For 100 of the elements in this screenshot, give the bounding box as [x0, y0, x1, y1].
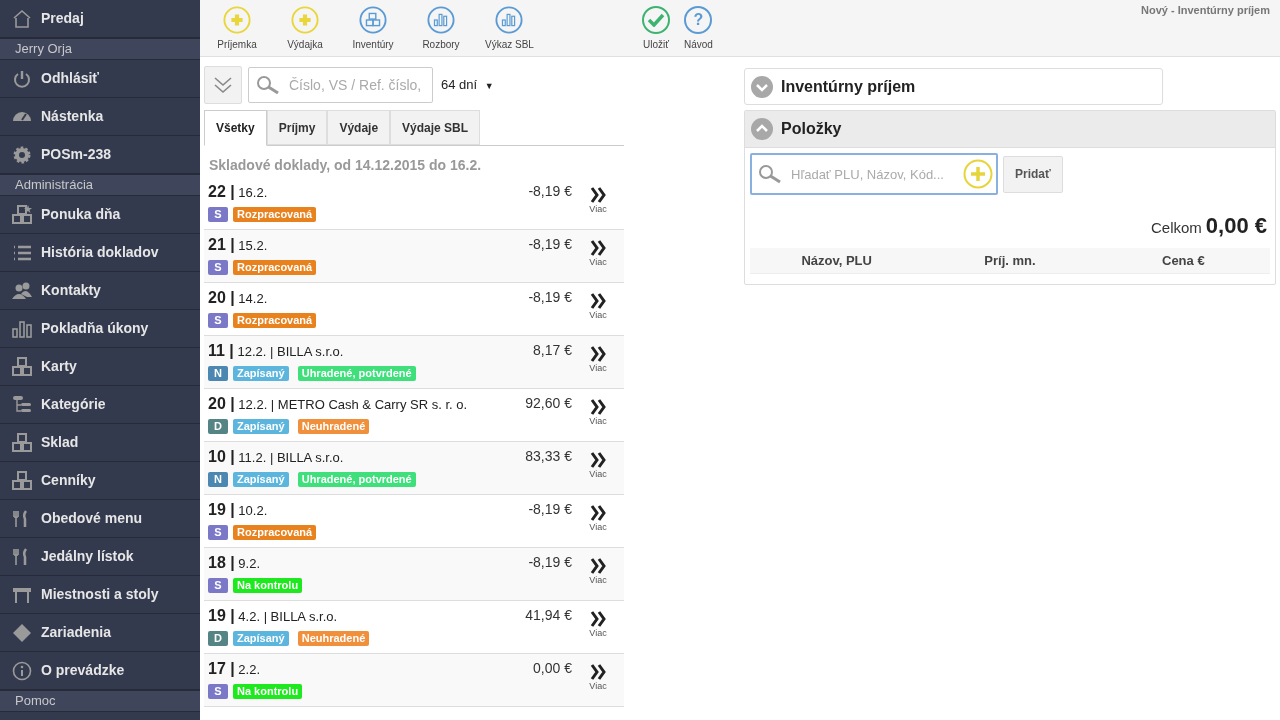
sidebar-item[interactable]: Jedálny lístok [0, 538, 200, 576]
more-button[interactable]: Viac [576, 601, 620, 653]
total-label: Celkom [1150, 218, 1202, 238]
toolbar-button[interactable]: Výdajka [276, 6, 334, 52]
toolbar-button[interactable]: Výkaz SBL [480, 6, 539, 52]
type-tag: D [208, 631, 228, 646]
section-header: Jerry Orja [0, 38, 200, 60]
type-tag: D [208, 419, 228, 434]
document-heading: 17 | 2.2. [208, 659, 260, 679]
search-icon [256, 75, 280, 95]
amount: 92,60 € [524, 394, 573, 413]
double-chevron-icon [590, 187, 606, 203]
type-tag: S [208, 525, 228, 540]
check-icon [642, 6, 670, 34]
status-tag: Zapísaný [233, 366, 289, 381]
period-select[interactable]: 64 dní ▼ [441, 75, 494, 95]
status-tag: Na kontrolu [233, 684, 303, 699]
gauge-icon [12, 111, 32, 122]
sidebar-item[interactable]: Sklad [0, 424, 200, 462]
house-icon [12, 8, 32, 29]
status-tag: Uhradené, potvrdené [297, 366, 416, 381]
info-icon [12, 660, 32, 681]
item-search-field[interactable]: Hľadať PLU, Názov, Kód... [750, 153, 998, 195]
diamond-icon [12, 622, 32, 643]
section-header: Pomoc [0, 690, 200, 712]
section-title[interactable]: Položky [781, 117, 842, 141]
expand-icon[interactable] [751, 75, 773, 98]
sidebar-item[interactable]: Cenníky [0, 462, 200, 500]
toolbar-button[interactable]: Príjemka [208, 6, 266, 52]
power-icon [12, 68, 32, 89]
toolbar-button[interactable]: Rozbory [412, 6, 470, 52]
status-tag: Zapísaný [233, 419, 289, 434]
status-tag: Zapísaný [233, 472, 289, 487]
tab[interactable]: Výdaje [327, 110, 391, 145]
section-header: Administrácia [0, 174, 200, 196]
more-button[interactable]: Viac [576, 495, 620, 547]
bar-chart-icon [12, 318, 32, 339]
double-chevron-icon [590, 346, 606, 362]
sidebar-item[interactable]: Zariadenia [0, 614, 200, 652]
double-chevron-icon [590, 452, 606, 468]
action-button[interactable]: Uložiť [642, 6, 670, 56]
column-header: Príj. mn. [983, 251, 1037, 270]
collapse-icon[interactable] [751, 118, 773, 140]
type-tag: S [208, 578, 228, 593]
sidebar-item[interactable]: Odhlásiť [0, 60, 200, 98]
document-heading: 20 | 14.2. [208, 288, 268, 308]
more-button[interactable]: Viac [576, 654, 620, 706]
amount: 83,33 € [524, 447, 573, 466]
search-icon [758, 164, 782, 184]
more-button[interactable]: Viac [576, 548, 620, 600]
list-title: Skladové doklady, od 14.12.2015 do 16.2. [209, 156, 483, 175]
search-field[interactable]: Číslo, VS / Ref. číslo, [248, 67, 433, 103]
bar-chart-icon [495, 6, 524, 34]
boxes-icon [12, 470, 32, 491]
double-chevron-icon [590, 399, 606, 415]
more-button[interactable]: Viac [576, 283, 620, 335]
sidebar-item[interactable]: Miestnosti a stoly [0, 576, 200, 614]
more-button[interactable]: Viac [576, 177, 620, 229]
boxes-icon [12, 356, 32, 377]
sidebar-item[interactable]: Kategórie [0, 386, 200, 424]
add-icon[interactable] [963, 159, 993, 189]
more-button[interactable]: Viac [576, 230, 620, 282]
collapse-button[interactable] [204, 66, 242, 104]
toolbar-button[interactable]: Inventúry [344, 6, 402, 52]
more-button[interactable]: Viac [576, 389, 620, 441]
sidebar-item[interactable]: Nástenka [0, 98, 200, 136]
status-tag: Neuhradené [297, 631, 370, 646]
boxes-icon [12, 432, 32, 453]
document-heading: 22 | 16.2. [208, 182, 268, 202]
status-tag: Zapísaný [233, 631, 289, 646]
more-button[interactable]: Viac [576, 336, 620, 388]
document-heading: 19 | 4.2. | BILLA s.r.o. [208, 606, 338, 626]
sidebar-item[interactable]: Karty [0, 348, 200, 386]
tab[interactable]: Všetky [204, 110, 267, 146]
total-value: 0,00 € [1205, 212, 1267, 240]
tree-icon [12, 394, 32, 415]
action-button[interactable]: ? Návod [684, 6, 713, 56]
status-tag: Rozpracovaná [233, 260, 317, 275]
sidebar-item[interactable]: Pokladňa úkony [0, 310, 200, 348]
status-tag: Rozpracovaná [233, 313, 317, 328]
add-button[interactable]: Pridať [1003, 155, 1063, 193]
document-heading: 21 | 15.2. [208, 235, 268, 255]
boxes-icon [359, 6, 387, 34]
tab[interactable]: Výdaje SBL [390, 110, 481, 145]
sidebar-item[interactable]: Ponuka dňa [0, 196, 200, 234]
amount: -8,19 € [527, 500, 573, 519]
amount: 8,17 € [532, 341, 573, 360]
boxes-star-icon [12, 204, 32, 225]
more-button[interactable]: Viac [576, 442, 620, 494]
sidebar-item[interactable]: Kontakty [0, 272, 200, 310]
tab[interactable]: Príjmy [266, 110, 328, 145]
status-tag: Rozpracovaná [233, 525, 317, 540]
document-heading: 20 | 12.2. | METRO Cash & Carry SR s. r. o. [208, 394, 468, 414]
sidebar-item[interactable]: História dokladov [0, 234, 200, 272]
column-header: Cena € [1161, 251, 1206, 270]
amount: -8,19 € [527, 288, 573, 307]
type-tag: N [208, 472, 228, 487]
double-chevron-icon [213, 76, 233, 94]
sidebar-item[interactable]: Obedové menu [0, 500, 200, 538]
bar-chart-icon [427, 6, 455, 34]
